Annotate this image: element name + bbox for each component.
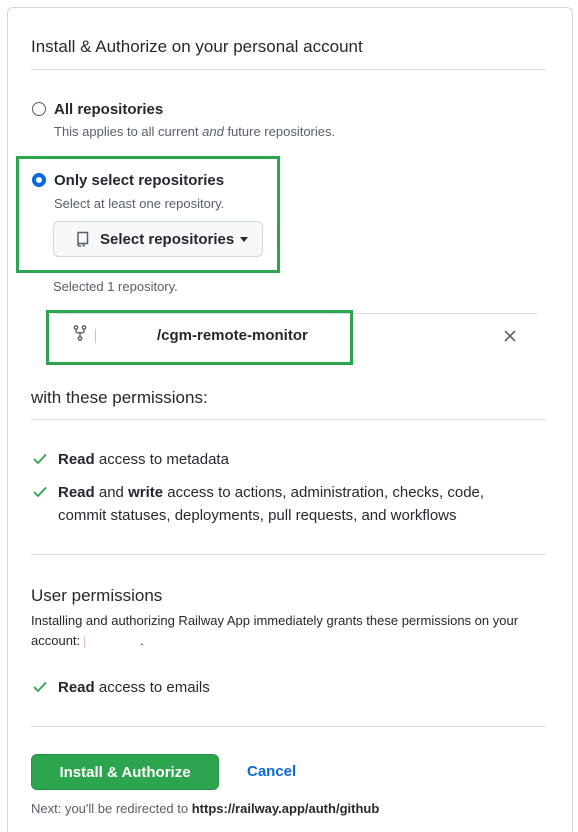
user-permissions-heading: User permissions: [31, 586, 163, 605]
perm-level: write: [128, 484, 164, 501]
account-label: account:: [31, 633, 81, 648]
divider: [31, 726, 546, 727]
permission-read-write: Read and write access to actions, admini…: [58, 481, 528, 527]
perm-level: Read: [58, 451, 95, 468]
note-text: future repositories.: [223, 124, 336, 139]
selected-repo-name: /cgm-remote-monitor: [157, 327, 308, 344]
perm-text: access to metadata: [94, 451, 229, 468]
account-line: account:.: [31, 633, 144, 648]
check-icon: [33, 454, 47, 464]
all-repositories-radio[interactable]: [32, 102, 46, 116]
user-permissions-description: Installing and authorizing Railway App i…: [31, 613, 519, 628]
x-icon[interactable]: [504, 330, 516, 342]
perm-level: Read: [58, 484, 95, 501]
caret-down-icon: [240, 236, 249, 242]
perm-text: access to actions, administration, check…: [163, 484, 485, 501]
check-icon: [33, 682, 47, 692]
divider: [31, 554, 546, 555]
install-authorize-button[interactable]: Install & Authorize: [31, 754, 219, 790]
permission-metadata: Read access to metadata: [58, 448, 229, 471]
only-select-radio[interactable]: [32, 173, 46, 187]
redirect-url: https://railway.app/auth/github: [191, 801, 380, 816]
divider: [31, 69, 546, 70]
repo-forked-icon: [73, 325, 87, 341]
note-emphasis: and: [202, 124, 224, 139]
perm-text: commit statuses, deployments, pull reque…: [58, 507, 457, 524]
only-select-note: Select at least one repository.: [54, 196, 225, 211]
permission-emails: Read access to emails: [58, 676, 210, 699]
perm-text: and: [94, 484, 129, 501]
select-repositories-button[interactable]: Select repositories: [53, 221, 263, 257]
all-repositories-note: This applies to all current and future r…: [54, 124, 335, 139]
divider: [31, 419, 546, 420]
cancel-link[interactable]: Cancel: [247, 763, 296, 780]
permissions-heading: with these permissions:: [31, 388, 208, 407]
account-suffix: .: [140, 633, 144, 648]
redirect-prefix: Next: you'll be redirected to: [31, 801, 192, 816]
page-title: Install & Authorize on your personal acc…: [31, 37, 363, 56]
perm-text: access to emails: [94, 679, 210, 696]
only-select-label[interactable]: Only select repositories: [54, 172, 224, 189]
note-text: This applies to all current: [54, 124, 203, 139]
repo-icon: [77, 231, 89, 247]
selected-count: Selected 1 repository.: [53, 279, 178, 294]
check-icon: [33, 487, 47, 497]
redacted-account: [84, 635, 141, 648]
redirect-note: Next: you'll be redirected to https://ra…: [31, 801, 379, 816]
perm-level: Read: [58, 679, 95, 696]
redacted-owner: [95, 329, 155, 343]
select-repositories-label: Select repositories: [100, 230, 235, 248]
all-repositories-label[interactable]: All repositories: [54, 101, 163, 118]
